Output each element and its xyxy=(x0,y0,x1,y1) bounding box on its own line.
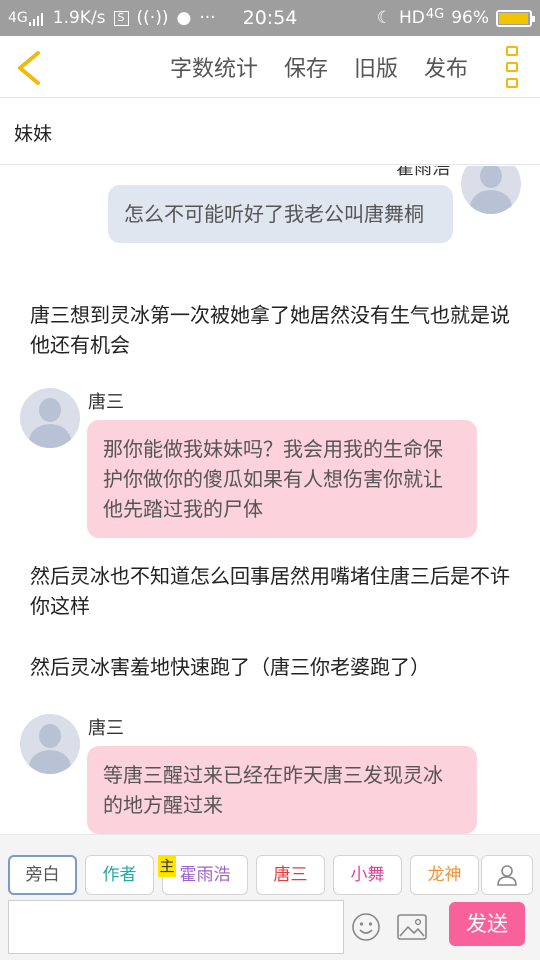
message-input[interactable] xyxy=(8,900,344,954)
add-role-button[interactable] xyxy=(481,855,533,895)
person-icon xyxy=(497,865,517,886)
image-icon[interactable] xyxy=(397,914,427,940)
chapter-title-input[interactable] xyxy=(14,99,514,165)
avatar[interactable] xyxy=(20,388,80,448)
avatar[interactable] xyxy=(20,714,80,774)
send-button[interactable]: 发送 xyxy=(449,902,525,946)
sender-name: 霍雨浩 xyxy=(396,166,450,179)
back-chevron-icon[interactable] xyxy=(14,50,44,86)
role-chip-xiao-wu[interactable]: 小舞 xyxy=(333,855,402,895)
status-bar: 4G 1.9K/s S ((·)) ● ··· 20:54 ☾ HD 4G 96… xyxy=(0,0,540,36)
message-bubble[interactable]: 等唐三醒过来已经在昨天唐三发现灵冰的地方醒过来 xyxy=(87,746,477,834)
title-row xyxy=(0,99,540,165)
word-count-button[interactable]: 字数统计 xyxy=(170,51,258,83)
input-bar: 发送 xyxy=(0,900,540,960)
save-button[interactable]: 保存 xyxy=(284,51,328,83)
old-version-button[interactable]: 旧版 xyxy=(354,51,398,83)
battery-percent: 96% xyxy=(451,8,489,28)
narration-text[interactable]: 唐三想到灵冰第一次被她拿了她居然没有生气也就是说他还有机会 xyxy=(30,300,520,360)
sender-name: 唐三 xyxy=(88,392,124,413)
avatar[interactable] xyxy=(461,166,521,214)
publish-button[interactable]: 发布 xyxy=(424,51,468,83)
role-chip-author[interactable]: 作者 xyxy=(85,855,154,895)
main-role-badge: 主 xyxy=(158,855,176,877)
role-selector-bar: 旁白 作者 霍雨浩 主 唐三 小舞 龙神 xyxy=(0,834,540,900)
role-chip-long-shen[interactable]: 龙神 xyxy=(410,855,479,895)
narration-text[interactable]: 然后灵冰也不知道怎么回事居然用嘴堵住唐三后是不许你这样 xyxy=(30,561,520,621)
message-bubble[interactable]: 那你能做我妹妹吗？我会用我的生命保护你做你的傻瓜如果有人想伤害你就让他先踏过我的… xyxy=(87,420,477,538)
toolbar: 字数统计 保存 旧版 发布 xyxy=(0,36,540,98)
network-type-right: 4G xyxy=(425,6,445,22)
more-menu-icon[interactable] xyxy=(504,46,520,88)
battery-icon xyxy=(496,9,535,27)
narration-text[interactable]: 然后灵冰害羞地快速跑了（唐三你老婆跑了） xyxy=(30,652,520,682)
role-chip-tang-san[interactable]: 唐三 xyxy=(256,855,325,895)
hd-label: HD xyxy=(398,8,425,28)
sender-name: 唐三 xyxy=(88,718,124,739)
role-chip-narrator[interactable]: 旁白 xyxy=(8,855,77,895)
emoji-icon[interactable] xyxy=(351,912,381,942)
message-bubble[interactable]: 怎么不可能听好了我老公叫唐舞桐 xyxy=(108,185,453,243)
chat-content[interactable]: 霍雨浩 怎么不可能听好了我老公叫唐舞桐 唐三想到灵冰第一次被她拿了她居然没有生气… xyxy=(0,166,540,834)
moon-icon: ☾ xyxy=(376,8,392,28)
